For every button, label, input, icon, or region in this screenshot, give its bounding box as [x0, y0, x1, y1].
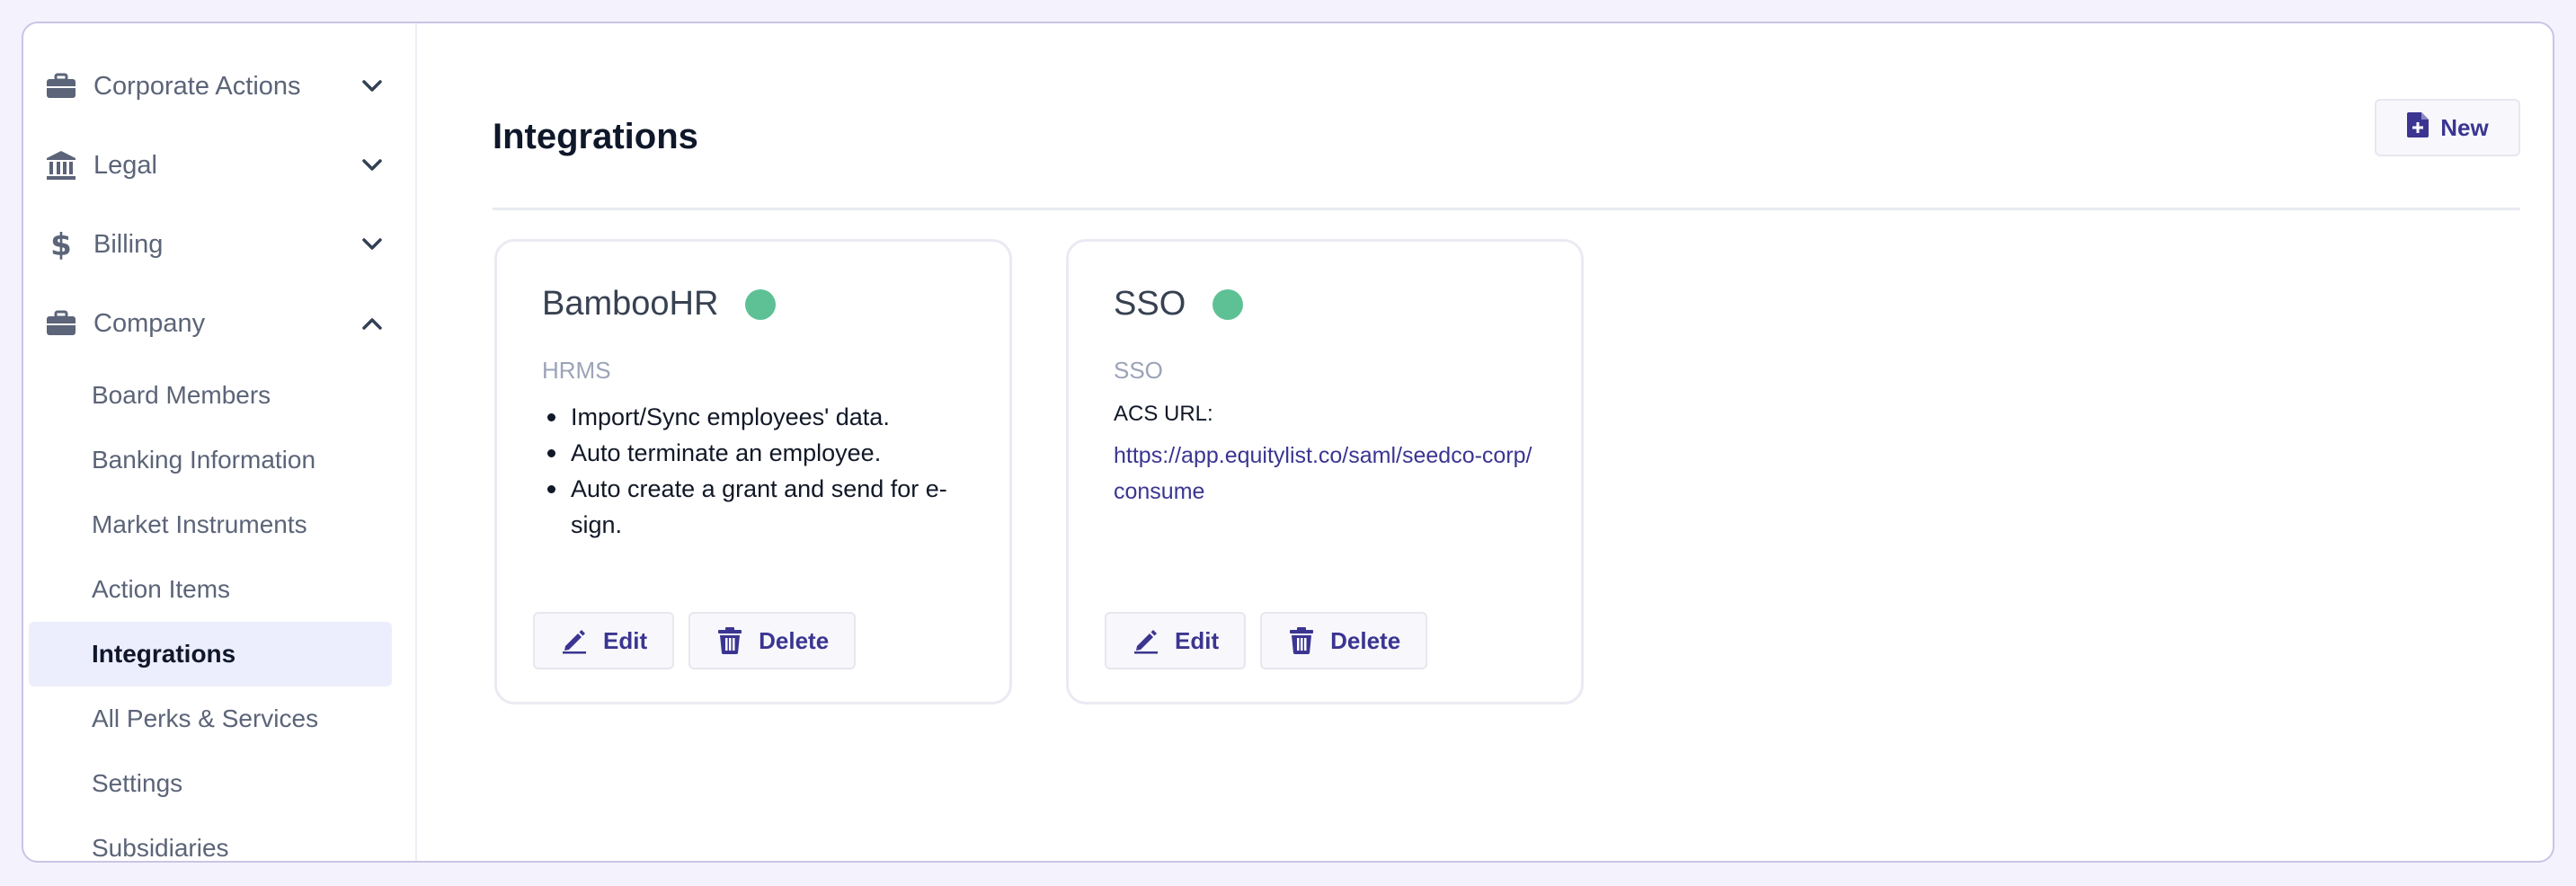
- acs-url-link[interactable]: https://app.equitylist.co/saml/seedco-co…: [1114, 438, 1536, 509]
- app-window: Corporate Actions Legal $ Billing Compan…: [22, 22, 2554, 863]
- chevron-down-icon[interactable]: [360, 153, 385, 178]
- briefcase-icon: [43, 68, 79, 104]
- sidebar-group-label: Legal: [93, 150, 157, 180]
- sidebar-group-label: Corporate Actions: [93, 71, 301, 101]
- dollar-icon: $: [43, 226, 79, 262]
- card-type: HRMS: [542, 357, 611, 384]
- delete-button-label: Delete: [759, 626, 830, 654]
- delete-button[interactable]: Delete: [688, 612, 857, 669]
- feature-list: Import/Sync employees' data. Auto termin…: [542, 399, 982, 543]
- trash-icon: [1287, 626, 1316, 655]
- integration-card-sso: SSO SSO ACS URL: https://app.equitylist.…: [1066, 239, 1584, 704]
- list-item: Import/Sync employees' data.: [542, 399, 982, 435]
- sidebar: Corporate Actions Legal $ Billing Compan…: [23, 23, 417, 861]
- status-dot: [745, 288, 777, 320]
- pencil-icon: [560, 626, 589, 655]
- new-button[interactable]: New: [2375, 99, 2520, 156]
- card-title: SSO: [1114, 285, 1186, 323]
- integration-cards: BambooHR HRMS Import/Sync employees' dat…: [494, 239, 1584, 704]
- card-actions: Edit Delete: [1105, 612, 1428, 669]
- briefcase-icon: [43, 306, 79, 341]
- sidebar-group-label: Billing: [93, 229, 164, 259]
- bank-icon: [43, 147, 79, 183]
- edit-button-label: Edit: [1175, 626, 1220, 654]
- page-title: Integrations: [493, 117, 698, 156]
- company-submenu: Board Members Banking Information Market…: [23, 363, 415, 861]
- sidebar-group-label: Company: [93, 308, 206, 338]
- card-actions: Edit Delete: [533, 612, 857, 669]
- file-plus-icon: [2406, 111, 2429, 145]
- edit-button[interactable]: Edit: [533, 612, 675, 669]
- integration-card-bamboohr: BambooHR HRMS Import/Sync employees' dat…: [494, 239, 1012, 704]
- sidebar-item-action-items[interactable]: Action Items: [29, 557, 392, 622]
- card-type: SSO: [1114, 357, 1163, 384]
- sidebar-group-legal[interactable]: Legal: [23, 126, 415, 205]
- edit-button[interactable]: Edit: [1105, 612, 1247, 669]
- sidebar-item-board-members[interactable]: Board Members: [29, 363, 392, 428]
- sidebar-item-settings[interactable]: Settings: [29, 751, 392, 816]
- sidebar-item-banking-information[interactable]: Banking Information: [29, 428, 392, 492]
- card-title: BambooHR: [542, 285, 719, 323]
- acs-url-label: ACS URL:: [1114, 402, 1213, 426]
- chevron-up-icon[interactable]: [360, 311, 385, 336]
- sidebar-item-market-instruments[interactable]: Market Instruments: [29, 492, 392, 557]
- pencil-icon: [1132, 626, 1160, 655]
- trash-icon: [715, 626, 744, 655]
- sidebar-group-company[interactable]: Company: [23, 284, 415, 363]
- chevron-down-icon[interactable]: [360, 232, 385, 257]
- status-dot: [1212, 288, 1244, 320]
- list-item: Auto create a grant and send for e-sign.: [542, 471, 982, 543]
- sidebar-item-subsidiaries[interactable]: Subsidiaries: [29, 816, 392, 861]
- new-button-label: New: [2440, 113, 2489, 141]
- main-content: Integrations New BambooHR HRMS Import/Sy…: [471, 23, 2520, 861]
- page-header: Integrations New: [493, 99, 2520, 210]
- card-title-row: BambooHR: [542, 285, 777, 323]
- svg-text:$: $: [50, 228, 72, 261]
- delete-button[interactable]: Delete: [1260, 612, 1428, 669]
- list-item: Auto terminate an employee.: [542, 435, 982, 471]
- sidebar-group-billing[interactable]: $ Billing: [23, 205, 415, 284]
- sidebar-group-corporate-actions[interactable]: Corporate Actions: [23, 47, 415, 126]
- delete-button-label: Delete: [1330, 626, 1401, 654]
- card-title-row: SSO: [1114, 285, 1244, 323]
- edit-button-label: Edit: [603, 626, 648, 654]
- sidebar-item-integrations[interactable]: Integrations: [29, 622, 392, 687]
- chevron-down-icon[interactable]: [360, 74, 385, 99]
- sidebar-item-all-perks-services[interactable]: All Perks & Services: [29, 687, 392, 751]
